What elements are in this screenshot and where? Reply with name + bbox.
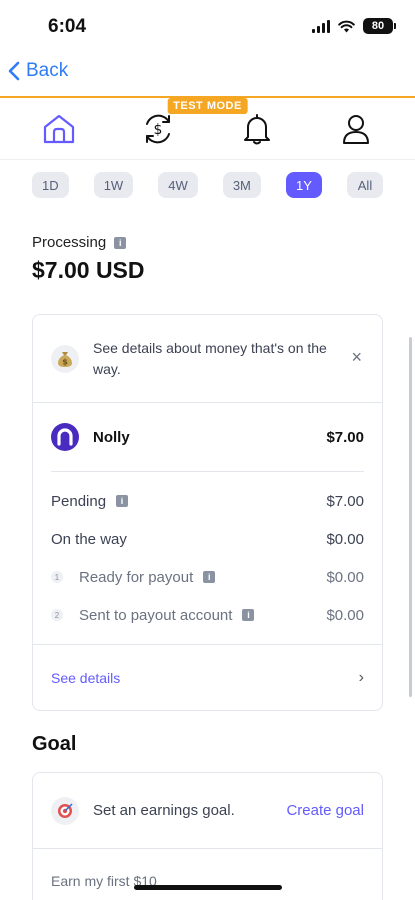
bell-icon: [243, 113, 270, 144]
on-the-way-row: On the way $0.00: [33, 520, 382, 558]
range-1y[interactable]: 1Y: [285, 172, 322, 198]
create-goal-button[interactable]: Create goal: [286, 802, 364, 819]
navigation-bar: Back: [0, 52, 415, 98]
banner-text: See details about money that's on the wa…: [93, 339, 327, 377]
nolly-logo-icon: [51, 423, 79, 451]
processing-label: Processing: [32, 234, 107, 251]
pending-label: Pending: [51, 492, 107, 510]
step-2-marker: 2: [51, 609, 63, 621]
target-icon: [51, 796, 79, 825]
tab-account[interactable]: [326, 104, 386, 154]
processing-header: Processing i: [32, 234, 383, 251]
ready-value: $0.00: [326, 568, 364, 586]
on-the-way-value: $0.00: [326, 530, 364, 548]
on-the-way-label: On the way: [51, 530, 127, 548]
range-1w[interactable]: 1W: [93, 172, 134, 198]
tab-home[interactable]: [29, 104, 89, 154]
test-mode-badge: TEST MODE: [167, 98, 248, 114]
status-time: 6:04: [48, 16, 87, 37]
processing-summary: Processing i $7.00 USD: [0, 234, 415, 284]
info-banner: $ See details about money that's on the …: [33, 315, 382, 403]
divider: [51, 471, 364, 472]
cellular-signal-icon: [312, 19, 330, 33]
processing-amount: $7.00 USD: [32, 257, 145, 283]
see-details-label: See details: [51, 669, 121, 686]
sent-label: Sent to payout account: [79, 606, 233, 624]
person-icon: [342, 114, 369, 144]
sent-to-payout-row: 2 Sent to payout account i $0.00: [33, 596, 382, 634]
status-icons: 80: [312, 18, 396, 34]
payments-sync-icon: $: [146, 114, 171, 143]
step-1-marker: 1: [51, 571, 63, 583]
wifi-icon: [338, 20, 355, 32]
goal-prompt: Set an earnings goal.: [93, 802, 235, 819]
home-indicator[interactable]: [133, 885, 282, 890]
info-icon[interactable]: i: [203, 571, 216, 583]
info-icon[interactable]: i: [114, 236, 127, 249]
info-icon[interactable]: i: [242, 609, 255, 621]
back-button[interactable]: Back: [8, 60, 68, 82]
account-row: Nolly $7.00: [33, 403, 382, 471]
goal-row: Set an earnings goal. Create goal: [33, 773, 382, 849]
see-details-link[interactable]: See details ›: [33, 644, 382, 710]
status-bar: 6:04 80: [0, 0, 415, 52]
range-4w[interactable]: 4W: [158, 172, 198, 198]
scrollbar[interactable]: [409, 337, 412, 697]
pending-row: Pending i $7.00: [33, 482, 382, 520]
account-name: Nolly: [93, 428, 130, 446]
info-icon[interactable]: i: [116, 495, 129, 507]
battery-indicator: 80: [363, 18, 396, 34]
chevron-right-icon: ›: [358, 668, 364, 686]
ready-label: Ready for payout: [79, 568, 194, 586]
range-1d[interactable]: 1D: [32, 172, 69, 198]
sent-value: $0.00: [326, 606, 364, 624]
home-icon: [44, 114, 75, 143]
range-3m[interactable]: 3M: [222, 172, 261, 198]
svg-text:$: $: [62, 357, 68, 366]
time-range-selector: 1D 1W 4W 3M 1Y All: [0, 160, 415, 198]
money-bag-icon: $: [51, 344, 79, 373]
pending-value: $7.00: [326, 492, 364, 510]
goal-heading: Goal: [32, 733, 77, 755]
goal-card: Set an earnings goal. Create goal Earn m…: [32, 772, 383, 900]
chevron-left-icon: [8, 61, 20, 81]
goal-hint: Earn my first $10: [51, 873, 157, 889]
close-banner-button[interactable]: ×: [351, 347, 362, 368]
range-all[interactable]: All: [347, 172, 383, 198]
back-label: Back: [26, 60, 69, 81]
ready-for-payout-row: 1 Ready for payout i $0.00: [33, 558, 382, 596]
account-amount: $7.00: [326, 428, 364, 446]
payout-details-card: $ See details about money that's on the …: [32, 314, 383, 711]
svg-text:$: $: [154, 122, 163, 138]
